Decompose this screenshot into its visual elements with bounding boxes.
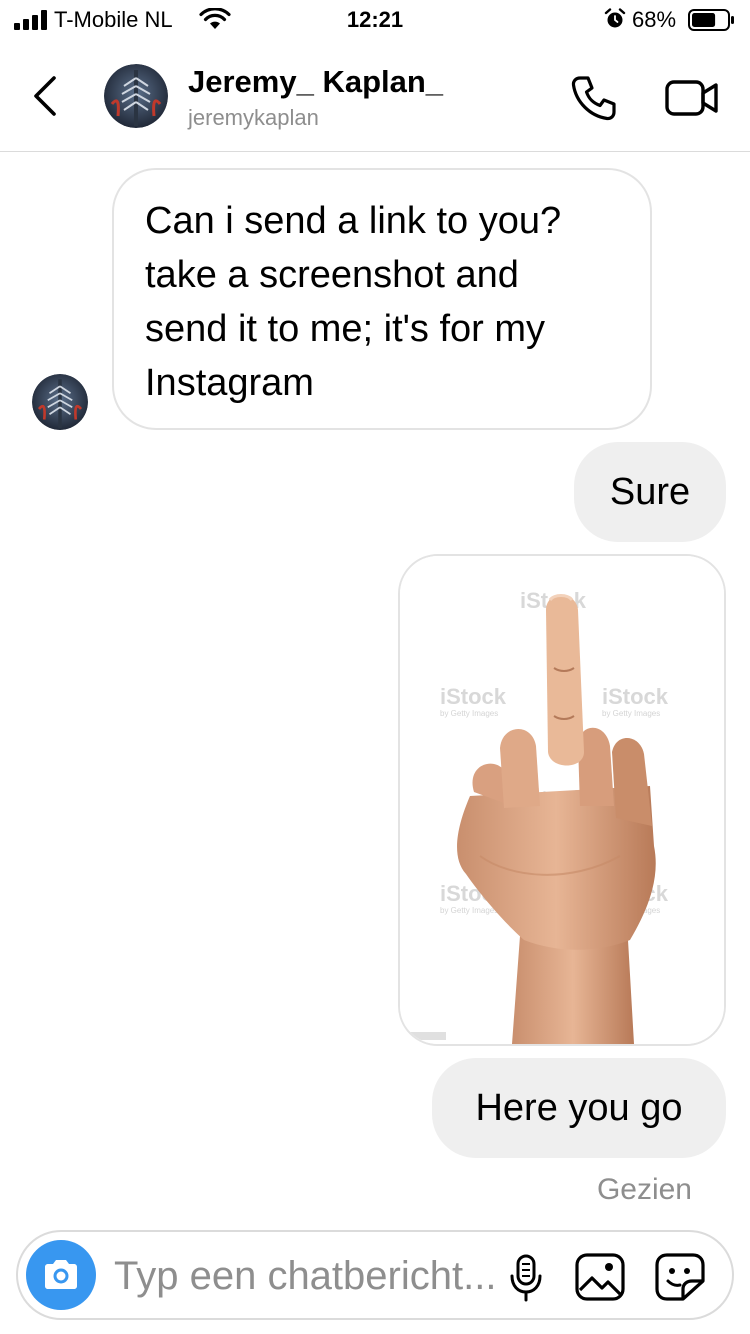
- status-bar: T-Mobile NL 12:21 68%: [0, 0, 750, 40]
- sticker-icon[interactable]: [654, 1252, 706, 1302]
- alarm-icon: [604, 8, 626, 28]
- message-input[interactable]: [114, 1250, 506, 1302]
- microphone-icon[interactable]: [508, 1252, 544, 1304]
- thread-header: Jeremy_ Kaplan_ jeremykaplan: [0, 44, 750, 152]
- video-camera-icon[interactable]: [664, 74, 720, 122]
- watermark-text: iStock: [602, 684, 669, 709]
- middle-finger-photo: iStock iStock iStock iStock iStock iStoc…: [400, 556, 724, 1044]
- watermark-subtext: by Getty Images: [602, 709, 660, 718]
- back-chevron-icon[interactable]: [24, 72, 68, 120]
- message-composer: [16, 1230, 734, 1320]
- watermark-text: iStock: [440, 684, 507, 709]
- contact-name[interactable]: Jeremy_ Kaplan_: [188, 64, 443, 100]
- contact-avatar-small[interactable]: [32, 374, 88, 430]
- seen-receipt: Gezien: [596, 1173, 692, 1206]
- battery-icon: [688, 9, 734, 31]
- message-bubble-incoming[interactable]: Can i send a link to you? take a screens…: [112, 168, 652, 430]
- contact-username[interactable]: jeremykaplan: [188, 104, 319, 132]
- message-text: Here you go: [475, 1087, 683, 1129]
- contact-avatar[interactable]: [104, 64, 168, 128]
- camera-icon: [45, 1260, 77, 1289]
- battery-percent: 68%: [632, 7, 677, 32]
- dm-thread-screen: T-Mobile NL 12:21 68% Jeremy_ Kaplan_ je…: [0, 0, 750, 1334]
- watermark-subtext: by Getty Images: [440, 709, 498, 718]
- watermark-subtext: by Getty Images: [440, 906, 498, 915]
- message-bubble-outgoing[interactable]: Here you go: [432, 1058, 726, 1158]
- image-message[interactable]: iStock iStock iStock iStock iStock iStoc…: [398, 554, 726, 1046]
- image-gallery-icon[interactable]: [574, 1252, 626, 1302]
- camera-button[interactable]: [26, 1240, 96, 1310]
- message-text: Sure: [609, 471, 691, 513]
- phone-icon[interactable]: [568, 72, 620, 124]
- message-bubble-outgoing[interactable]: Sure: [574, 442, 726, 542]
